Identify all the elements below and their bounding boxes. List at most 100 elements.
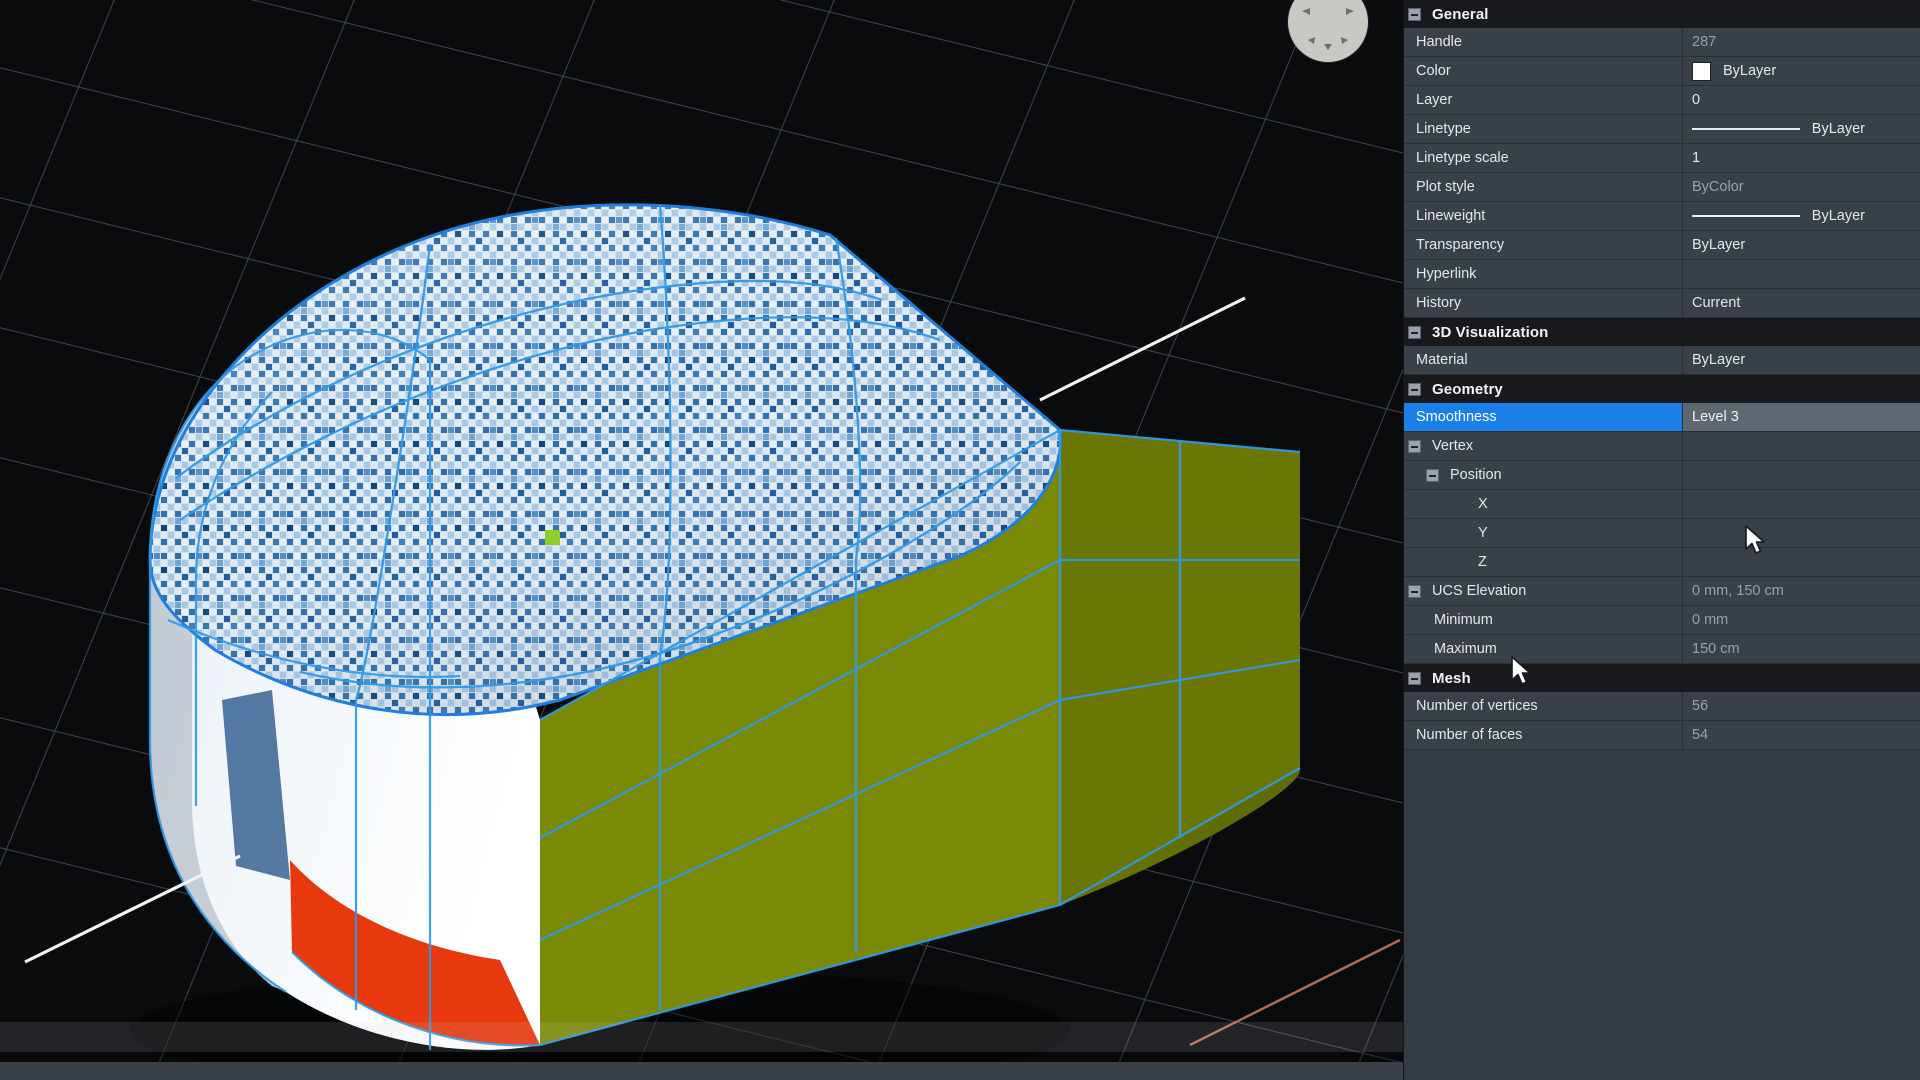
property-value-cell[interactable] <box>1683 461 1920 489</box>
viewport-bottom-bar <box>0 1062 1403 1080</box>
property-value-cell[interactable]: ByLayer <box>1683 57 1920 85</box>
property-row[interactable]: Number of vertices 56 <box>1404 692 1920 721</box>
property-row[interactable]: Vertex <box>1404 432 1920 461</box>
property-label: Handle <box>1416 34 1462 50</box>
selection-preview-band <box>0 1022 1403 1052</box>
property-label: Linetype scale <box>1416 150 1509 166</box>
property-row[interactable]: Position <box>1404 461 1920 490</box>
property-label: History <box>1416 295 1462 311</box>
property-value-cell[interactable]: Current <box>1683 289 1920 317</box>
property-value-cell[interactable]: 56 <box>1683 692 1920 720</box>
property-label-cell[interactable]: Color <box>1404 57 1683 85</box>
property-label-cell[interactable]: History <box>1404 289 1683 317</box>
view-compass-icon[interactable] <box>1288 0 1368 62</box>
property-category-mesh[interactable]: Mesh <box>1404 664 1920 692</box>
mesh-model[interactable] <box>0 0 1403 1080</box>
property-label-cell[interactable]: Position <box>1404 461 1683 489</box>
property-value-cell[interactable]: ByLayer <box>1683 346 1920 374</box>
property-value-cell[interactable]: ByColor <box>1683 173 1920 201</box>
collapse-expander-icon[interactable] <box>1408 382 1421 396</box>
property-value-cell[interactable]: 54 <box>1683 721 1920 749</box>
property-label-cell[interactable]: Smoothness <box>1404 403 1683 431</box>
property-value-cell[interactable]: 0 mm <box>1683 606 1920 634</box>
property-label-cell[interactable]: Y <box>1404 519 1683 547</box>
property-label: Plot style <box>1416 179 1475 195</box>
property-value-cell[interactable] <box>1683 519 1920 547</box>
property-category-geometry[interactable]: Geometry <box>1404 375 1920 403</box>
property-value-cell[interactable]: Level 3 <box>1683 403 1920 431</box>
collapse-expander-icon[interactable] <box>1408 7 1421 21</box>
properties-list[interactable]: General Handle 287 Color ByLayer Layer 0 Linety… <box>1404 0 1920 1080</box>
property-value-cell[interactable]: 287 <box>1683 28 1920 56</box>
property-label-cell[interactable]: X <box>1404 490 1683 518</box>
property-value-cell[interactable]: ByLayer <box>1683 115 1920 143</box>
line-sample-icon <box>1692 128 1800 130</box>
property-label-cell[interactable]: Linetype scale <box>1404 144 1683 172</box>
property-value-cell[interactable]: 150 cm <box>1683 635 1920 663</box>
property-row[interactable]: Linetype ByLayer <box>1404 115 1920 144</box>
property-label-cell[interactable]: Material <box>1404 346 1683 374</box>
property-label-cell[interactable]: Z <box>1404 548 1683 576</box>
property-value: ByColor <box>1692 179 1744 195</box>
property-label-cell[interactable]: Linetype <box>1404 115 1683 143</box>
property-label-cell[interactable]: Handle <box>1404 28 1683 56</box>
property-row[interactable]: History Current <box>1404 289 1920 318</box>
property-row[interactable]: Transparency ByLayer <box>1404 231 1920 260</box>
property-category-general[interactable]: General <box>1404 0 1920 28</box>
properties-panel[interactable]: General Handle 287 Color ByLayer Layer 0 Linety… <box>1403 0 1920 1080</box>
property-label-cell[interactable]: Transparency <box>1404 231 1683 259</box>
line-sample-icon <box>1692 215 1800 217</box>
property-row[interactable]: Color ByLayer <box>1404 57 1920 86</box>
selection-band-shadow <box>0 1052 1403 1062</box>
property-value: ByLayer <box>1723 63 1777 79</box>
property-label-cell[interactable]: Hyperlink <box>1404 260 1683 288</box>
collapse-expander-icon[interactable] <box>1408 325 1421 339</box>
property-row[interactable]: Layer 0 <box>1404 86 1920 115</box>
property-label-cell[interactable]: Number of vertices <box>1404 692 1683 720</box>
property-label-cell[interactable]: Layer <box>1404 86 1683 114</box>
property-label: Number of vertices <box>1416 698 1538 714</box>
property-row[interactable]: Linetype scale 1 <box>1404 144 1920 173</box>
property-label: Minimum <box>1434 612 1493 628</box>
property-label-cell[interactable]: Lineweight <box>1404 202 1683 230</box>
property-row[interactable]: Minimum 0 mm <box>1404 606 1920 635</box>
property-value-cell[interactable]: 1 <box>1683 144 1920 172</box>
property-row[interactable]: Z <box>1404 548 1920 577</box>
property-label-cell[interactable]: Vertex <box>1404 432 1683 460</box>
property-value-cell[interactable] <box>1683 490 1920 518</box>
color-swatch-icon[interactable] <box>1692 61 1711 81</box>
property-value-cell[interactable]: 0 mm, 150 cm <box>1683 577 1920 605</box>
property-row[interactable]: UCS Elevation 0 mm, 150 cm <box>1404 577 1920 606</box>
collapse-expander-icon[interactable] <box>1408 671 1421 685</box>
property-row[interactable]: Handle 287 <box>1404 28 1920 57</box>
property-row[interactable]: Plot style ByColor <box>1404 173 1920 202</box>
property-value-cell[interactable] <box>1683 548 1920 576</box>
property-value-cell[interactable] <box>1683 432 1920 460</box>
property-row[interactable]: Maximum 150 cm <box>1404 635 1920 664</box>
property-label-cell[interactable]: Plot style <box>1404 173 1683 201</box>
collapse-expander-icon[interactable] <box>1426 468 1439 482</box>
property-row[interactable]: Y <box>1404 519 1920 548</box>
property-row[interactable]: Hyperlink <box>1404 260 1920 289</box>
property-value: ByLayer <box>1692 237 1746 253</box>
property-label-cell[interactable]: Maximum <box>1404 635 1683 663</box>
property-label: Color <box>1416 63 1451 79</box>
property-label-cell[interactable]: Number of faces <box>1404 721 1683 749</box>
property-value-cell[interactable]: ByLayer <box>1683 231 1920 259</box>
property-value: 287 <box>1692 34 1717 50</box>
property-row[interactable]: X <box>1404 490 1920 519</box>
3d-viewport[interactable] <box>0 0 1403 1080</box>
property-value-cell[interactable]: ByLayer <box>1683 202 1920 230</box>
property-value-cell[interactable] <box>1683 260 1920 288</box>
property-category-3d-visualization[interactable]: 3D Visualization <box>1404 318 1920 346</box>
property-label-cell[interactable]: UCS Elevation <box>1404 577 1683 605</box>
linetype-preview: ByLayer <box>1692 121 1920 137</box>
property-row[interactable]: Material ByLayer <box>1404 346 1920 375</box>
property-row[interactable]: Number of faces 54 <box>1404 721 1920 750</box>
property-row[interactable]: Smoothness Level 3 <box>1404 403 1920 432</box>
property-row[interactable]: Lineweight ByLayer <box>1404 202 1920 231</box>
collapse-expander-icon[interactable] <box>1408 584 1421 598</box>
property-value-cell[interactable]: 0 <box>1683 86 1920 114</box>
collapse-expander-icon[interactable] <box>1408 439 1421 453</box>
property-label-cell[interactable]: Minimum <box>1404 606 1683 634</box>
